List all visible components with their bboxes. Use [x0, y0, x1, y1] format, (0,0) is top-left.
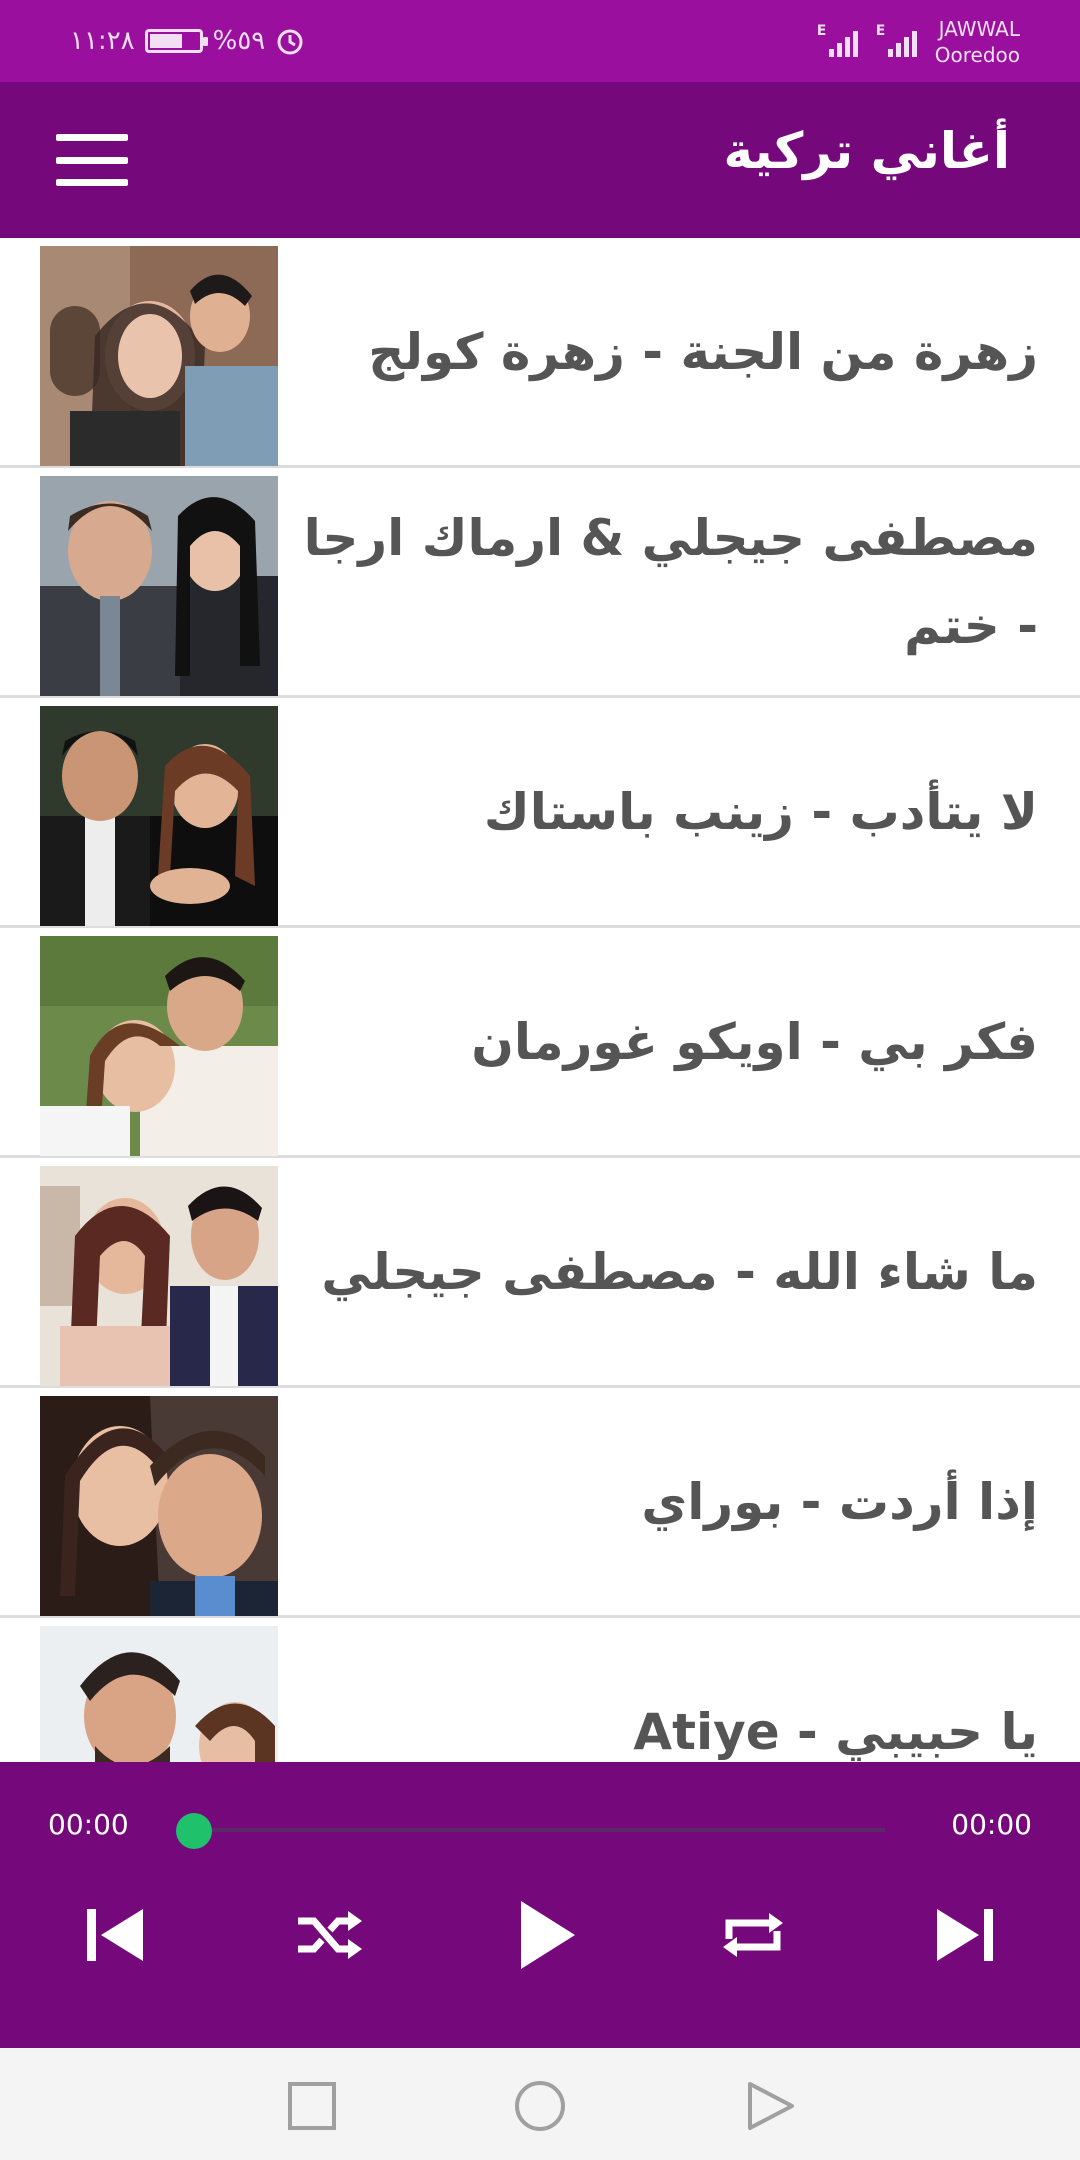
song-thumbnail [40, 476, 278, 696]
status-bar: ١١:٢٨ %٥٩ E E JAWWAL Ooredoo [0, 0, 1080, 82]
song-title: لا يتأدب - زينب باستاك [483, 782, 1038, 841]
status-left-group: ١١:٢٨ %٥٩ [70, 22, 305, 60]
song-thumbnail [40, 1626, 278, 1762]
list-item[interactable]: يا حبيبي - Atiye [0, 1618, 1080, 1762]
progress-track[interactable] [195, 1828, 885, 1832]
alarm-icon [277, 29, 303, 55]
hamburger-menu-icon[interactable] [56, 134, 128, 186]
carrier-names: JAWWAL Ooredoo [935, 16, 1020, 68]
status-right-group: E E JAWWAL Ooredoo [817, 12, 1020, 72]
repeat-icon[interactable] [708, 1890, 798, 1980]
system-nav-bar [0, 2048, 1080, 2160]
clock: ١١:٢٨ [70, 26, 135, 56]
list-item[interactable]: زهرة من الجنة - زهرة كولج [0, 238, 1080, 468]
song-title: ما شاء الله - مصطفى جيجلي [321, 1242, 1038, 1301]
list-item[interactable]: ما شاء الله - مصطفى جيجلي [0, 1158, 1080, 1388]
skip-next-icon[interactable] [920, 1890, 1010, 1980]
battery-percent: %٥٩ [212, 26, 266, 56]
song-thumbnail [40, 936, 278, 1156]
song-title: زهرة من الجنة - زهرة كولج [368, 322, 1038, 381]
signal-icon: E [817, 23, 858, 57]
music-player: 00:00 00:00 [0, 1762, 1080, 2048]
shuffle-icon[interactable] [283, 1890, 373, 1980]
song-thumbnail [40, 1166, 278, 1386]
skip-previous-icon[interactable] [70, 1890, 160, 1980]
seek-knob[interactable] [176, 1813, 212, 1849]
home-circle-icon[interactable] [512, 2078, 568, 2134]
current-time: 00:00 [48, 1808, 129, 1841]
song-thumbnail [40, 246, 278, 466]
song-title: مصطفى جيجلي & ارماك ارجا - ختم [303, 508, 1038, 655]
song-title: فكر بي - اويكو غورمان [471, 1012, 1038, 1071]
carrier-2: Ooredoo [934, 43, 1020, 67]
page-title: أغاني تركية [723, 122, 1010, 180]
carrier-1: JAWWAL [938, 17, 1020, 41]
battery-icon [144, 29, 208, 53]
list-item[interactable]: لا يتأدب - زينب باستاك [0, 698, 1080, 928]
signal-icon: E [876, 23, 917, 57]
list-item[interactable]: فكر بي - اويكو غورمان [0, 928, 1080, 1158]
song-thumbnail [40, 1396, 278, 1616]
recents-square-icon[interactable] [284, 2078, 340, 2134]
song-title: يا حبيبي - Atiye [633, 1702, 1038, 1761]
app-bar: أغاني تركية [0, 82, 1080, 238]
song-list[interactable]: زهرة من الجنة - زهرة كولج مصطفى جيجلي & … [0, 238, 1080, 1762]
list-item[interactable]: إذا أردت - بوراي [0, 1388, 1080, 1618]
play-icon[interactable] [500, 1890, 590, 1980]
back-triangle-icon[interactable] [742, 2078, 798, 2134]
song-title: إذا أردت - بوراي [641, 1472, 1038, 1531]
duration-time: 00:00 [951, 1808, 1032, 1841]
song-thumbnail [40, 706, 278, 926]
list-item[interactable]: مصطفى جيجلي & ارماك ارجا - ختم [0, 468, 1080, 698]
